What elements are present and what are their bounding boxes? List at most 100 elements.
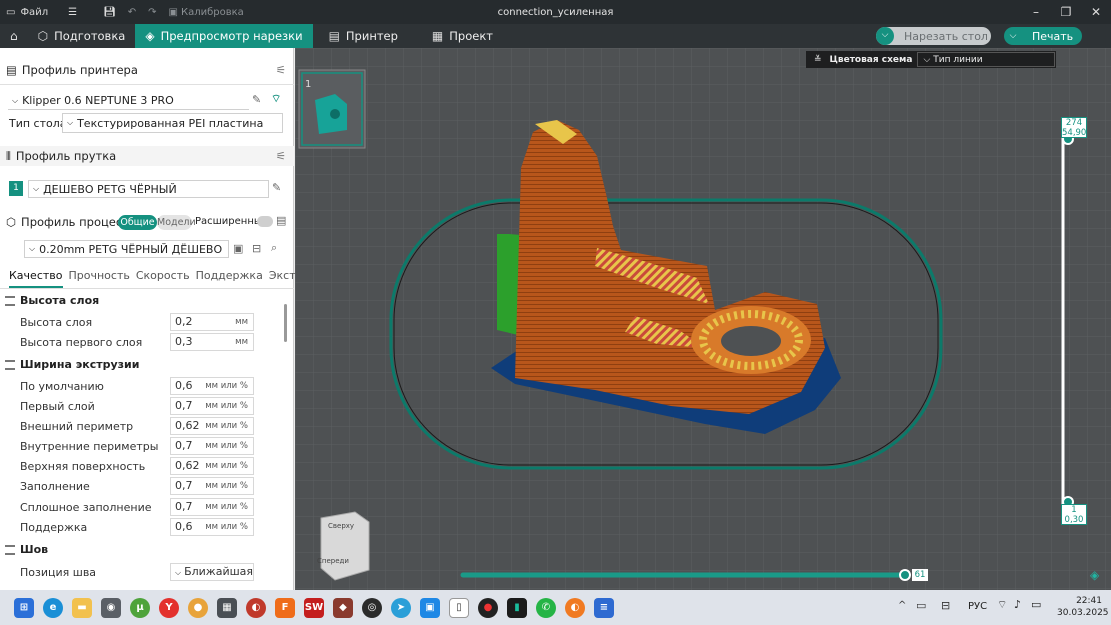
- layers-icon[interactable]: ◈: [1090, 568, 1099, 582]
- group-seam: Шов: [0, 541, 290, 559]
- clock[interactable]: 22:41 30.03.2025: [1057, 595, 1109, 619]
- bed-type-label: Тип стола: [9, 117, 67, 130]
- app-icon[interactable]: ◐: [565, 597, 585, 618]
- whatsapp-icon[interactable]: ✆: [536, 597, 556, 618]
- menu-icon[interactable]: ☰: [62, 0, 83, 24]
- start-icon[interactable]: ⊞: [14, 597, 34, 618]
- save-icon[interactable]: 💾︎: [97, 0, 122, 24]
- advanced-switch[interactable]: [257, 216, 273, 227]
- tab-preview[interactable]: ◈ Предпросмотр нарезки: [135, 24, 313, 48]
- subtab-support[interactable]: Поддержка: [196, 269, 263, 288]
- language-indicator[interactable]: РУС: [968, 601, 987, 612]
- maximize-button[interactable]: ❐: [1051, 0, 1081, 24]
- models-toggle[interactable]: Модели: [157, 215, 196, 230]
- camera-icon[interactable]: ◉: [101, 597, 121, 618]
- chevron-down-icon: ⌵: [29, 244, 36, 253]
- move-slider-readout: 61: [912, 569, 928, 581]
- sliders-icon[interactable]: ⚟: [276, 63, 286, 77]
- minimize-button[interactable]: –: [1021, 0, 1051, 24]
- app-icon[interactable]: ◎: [362, 597, 382, 618]
- save-icon[interactable]: ▣: [233, 242, 243, 255]
- tray-chevron-icon[interactable]: ^: [898, 600, 906, 611]
- app-icon[interactable]: ◆: [333, 597, 353, 618]
- seam-icon: [5, 545, 15, 555]
- setting-row: Сплошное заполнение 0,7 мм или %: [0, 498, 290, 518]
- common-toggle[interactable]: Общие: [118, 215, 157, 230]
- tray-app-icon[interactable]: ⊟: [941, 599, 950, 612]
- yandex-icon[interactable]: Y: [159, 597, 179, 618]
- print-button[interactable]: ⌵ Печать: [1004, 27, 1082, 45]
- subtab-quality[interactable]: Качество: [9, 269, 63, 288]
- layer-height-field[interactable]: 0,2 мм: [170, 313, 254, 331]
- store-icon[interactable]: ▣: [420, 597, 440, 618]
- setting-row: Внешний периметр 0,62 мм или %: [0, 417, 290, 437]
- solidworks-icon[interactable]: SW: [304, 597, 324, 618]
- document-icon[interactable]: ≡: [594, 597, 614, 618]
- telegram-icon[interactable]: ➤: [391, 597, 411, 618]
- chevron-down-icon: ⌵: [175, 568, 182, 577]
- setting-row: Позиция шва ⌵ Ближайшая: [20, 563, 254, 581]
- window-controls: – ❐ ✕: [1021, 0, 1111, 24]
- app-icon[interactable]: ◐: [246, 597, 266, 618]
- home-tab[interactable]: ⌂: [0, 24, 28, 48]
- move-slider-handle[interactable]: [899, 569, 911, 581]
- subtab-speed[interactable]: Скорость: [136, 269, 190, 288]
- bed-type-select[interactable]: ⌵ Текстурированная PEI пластина: [62, 113, 283, 133]
- support-width-field[interactable]: 0,6 мм или %: [170, 518, 254, 536]
- slicer-icon[interactable]: ▮: [507, 597, 527, 618]
- chrome-icon[interactable]: ●: [188, 597, 208, 618]
- seam-position-select[interactable]: ⌵ Ближайшая: [170, 563, 254, 581]
- chevron-down-icon: ⌵: [923, 54, 931, 65]
- first-layer-width-field[interactable]: 0,7 мм или %: [170, 397, 254, 415]
- notepad-icon[interactable]: ▯: [449, 597, 469, 618]
- filament-index-badge: 1: [9, 181, 23, 196]
- panel-scrollbar[interactable]: [284, 304, 287, 342]
- file-menu[interactable]: ▭ Файл: [0, 0, 54, 24]
- calculator-icon[interactable]: ▦: [217, 597, 237, 618]
- compare-icon[interactable]: ⊟: [252, 242, 261, 255]
- list-icon[interactable]: ▤: [276, 214, 286, 227]
- first-layer-height-field[interactable]: 0,3 мм: [170, 333, 254, 351]
- layers-icon: [5, 296, 15, 306]
- layers-icon: [5, 360, 15, 370]
- 3d-viewport[interactable]: 1 ≚ Цветовая схема ⌵ Тип линии 274 54,90 1…: [295, 48, 1111, 590]
- edit-icon[interactable]: ✎: [252, 93, 261, 106]
- slice-plate-button[interactable]: ⌵ Нарезать стол: [876, 27, 991, 45]
- tab-printer[interactable]: ▤ Принтер: [319, 24, 408, 48]
- redo-icon[interactable]: ↷: [142, 0, 162, 24]
- inner-wall-width-field[interactable]: 0,7 мм или %: [170, 437, 254, 455]
- battery-icon[interactable]: ▭: [1031, 598, 1041, 611]
- edge-icon[interactable]: e: [43, 597, 63, 618]
- wifi-icon[interactable]: ⌔: [271, 92, 281, 106]
- tray-app-icon[interactable]: ▭: [916, 599, 926, 612]
- top-surface-width-field[interactable]: 0,62 мм или %: [170, 457, 254, 475]
- plate-thumbnail-hole: [330, 109, 340, 119]
- utorrent-icon[interactable]: µ: [130, 597, 150, 618]
- filament-select[interactable]: ⌵ ДЕШЕВО PETG ЧЁРНЫЙ: [28, 180, 269, 198]
- tab-prepare[interactable]: ⬡ Подготовка: [28, 24, 136, 48]
- close-button[interactable]: ✕: [1081, 0, 1111, 24]
- collapse-icon[interactable]: ≚: [814, 55, 822, 65]
- search-icon[interactable]: ⌕: [271, 241, 277, 255]
- process-icon: ⬡: [6, 215, 17, 229]
- record-icon[interactable]: ●: [478, 597, 498, 618]
- color-scheme-select[interactable]: ⌵ Тип линии: [917, 52, 1056, 67]
- tab-project[interactable]: ▦ Проект: [422, 24, 503, 48]
- folder-icon[interactable]: ▬: [72, 597, 92, 618]
- solid-infill-width-field[interactable]: 0,7 мм или %: [170, 498, 254, 516]
- fusion-icon[interactable]: F: [275, 597, 295, 618]
- default-width-field[interactable]: 0,6 мм или %: [170, 377, 254, 395]
- volume-icon[interactable]: ♪: [1014, 598, 1021, 611]
- subtab-strength[interactable]: Прочность: [69, 269, 130, 288]
- edit-icon[interactable]: ✎: [272, 181, 281, 194]
- wifi-icon[interactable]: ⌔: [997, 598, 1007, 612]
- undo-icon[interactable]: ↶: [122, 0, 142, 24]
- sliders-icon[interactable]: ⚟: [276, 149, 286, 163]
- filament-icon: ⫴: [6, 148, 11, 163]
- calibration-menu[interactable]: ▣ Калибровка: [163, 0, 250, 24]
- infill-width-field[interactable]: 0,7 мм или %: [170, 477, 254, 495]
- outer-wall-width-field[interactable]: 0,62 мм или %: [170, 417, 254, 435]
- process-preset-select[interactable]: ⌵ 0.20mm PETG ЧЁРНЫЙ ДЁШЕВО: [24, 240, 229, 258]
- printer-select[interactable]: ⌵ Klipper 0.6 NEPTUNE 3 PRO: [8, 92, 249, 110]
- chevron-down-icon: ⌵: [876, 27, 894, 45]
